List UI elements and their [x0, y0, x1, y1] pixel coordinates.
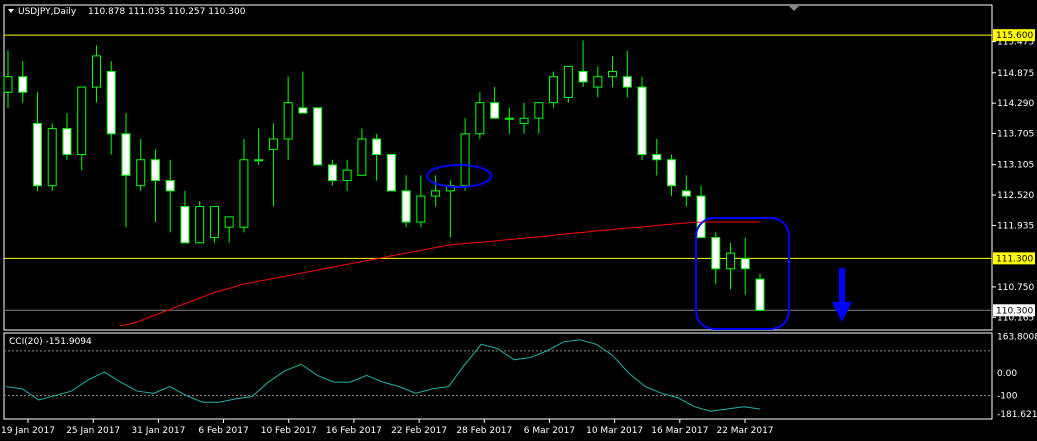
down-arrow-icon — [832, 302, 852, 322]
time-axis-label: 6 Mar 2017 — [524, 426, 575, 436]
candle-body[interactable] — [195, 205, 205, 244]
candle-body[interactable] — [298, 107, 308, 114]
candle-body[interactable] — [696, 195, 706, 239]
candle-body[interactable] — [3, 76, 13, 93]
candle-body[interactable] — [165, 180, 175, 192]
candle-body[interactable] — [327, 164, 337, 182]
cci-axis-label: 163.8008 — [997, 333, 1037, 343]
cci-line — [5, 339, 761, 412]
candle-body[interactable] — [637, 86, 647, 156]
candle-body[interactable] — [313, 107, 323, 166]
candle-body[interactable] — [711, 237, 721, 270]
candle-body[interactable] — [150, 159, 160, 182]
candle-body[interactable] — [608, 71, 618, 78]
price-axis-label: 114.875 — [997, 69, 1034, 79]
candle-body[interactable] — [431, 190, 441, 197]
candle-body[interactable] — [740, 257, 750, 270]
candle-body[interactable] — [549, 76, 559, 104]
candle-body[interactable] — [180, 205, 190, 244]
candle-body[interactable] — [652, 154, 662, 161]
time-axis-label: 31 Jan 2017 — [131, 426, 185, 436]
chart-window: USDJPY,Daily 110.878 111.035 110.257 110.… — [0, 0, 1037, 441]
candle-body[interactable] — [62, 128, 72, 156]
candle-body[interactable] — [18, 76, 28, 93]
time-axis-label: 10 Mar 2017 — [586, 426, 643, 436]
candle-body[interactable] — [622, 76, 632, 88]
time-axis-label: 10 Feb 2017 — [261, 426, 317, 436]
cci-axis-label: -181.6211 — [997, 410, 1037, 420]
candle-body[interactable] — [121, 133, 131, 176]
candle-body[interactable] — [32, 122, 42, 187]
candle-body[interactable] — [342, 169, 352, 182]
candle-body[interactable] — [534, 102, 544, 119]
candle-body[interactable] — [519, 117, 529, 124]
price-level-label: 111.300 — [996, 254, 1033, 264]
candle-body[interactable] — [416, 195, 426, 223]
price-level-label: 110.300 — [996, 306, 1033, 316]
cci-header-label: CCI(20) -151.9094 — [9, 337, 92, 347]
symbol-timeframe-label: USDJPY,Daily — [18, 7, 77, 17]
time-axis-label: 19 Jan 2017 — [1, 426, 55, 436]
price-axis-label: 111.935 — [997, 221, 1034, 231]
candle-body[interactable] — [77, 86, 87, 156]
candle-body[interactable] — [755, 278, 765, 311]
ellipse-highlight-icon[interactable] — [426, 164, 492, 188]
candle-body[interactable] — [667, 159, 677, 187]
time-axis-label: 25 Jan 2017 — [66, 426, 120, 436]
candle-body[interactable] — [357, 138, 367, 176]
candle-body[interactable] — [268, 138, 278, 150]
price-axis-label: 113.105 — [997, 161, 1034, 171]
candle-body[interactable] — [475, 102, 485, 135]
candle-body[interactable] — [209, 205, 219, 239]
candle-body[interactable] — [239, 159, 249, 228]
candle-body[interactable] — [504, 117, 514, 120]
price-axis-label: 112.520 — [997, 191, 1034, 201]
candle-body[interactable] — [401, 190, 411, 223]
time-axis-label: 22 Feb 2017 — [391, 426, 447, 436]
time-axis-label: 6 Feb 2017 — [198, 426, 248, 436]
candle-body[interactable] — [283, 102, 293, 140]
candle-body[interactable] — [681, 190, 691, 197]
time-axis-label: 16 Mar 2017 — [651, 426, 708, 436]
cci-axis-label: 0.00 — [997, 369, 1017, 379]
time-axis-label: 16 Feb 2017 — [326, 426, 382, 436]
candle-body[interactable] — [47, 128, 57, 187]
ohlc-values: 110.878 111.035 110.257 110.300 — [88, 7, 246, 17]
rounded-box-highlight-icon[interactable] — [695, 217, 790, 330]
candle-body[interactable] — [726, 252, 736, 270]
candle-body[interactable] — [386, 154, 396, 192]
time-axis-label: 22 Mar 2017 — [716, 426, 773, 436]
candle-body[interactable] — [460, 133, 470, 187]
candle-body[interactable] — [490, 102, 500, 119]
candle-body[interactable] — [563, 65, 573, 98]
candle-body[interactable] — [254, 159, 264, 162]
price-axis-label: 113.705 — [997, 130, 1034, 140]
candle-body[interactable] — [593, 76, 603, 88]
candle-body[interactable] — [136, 159, 146, 187]
scroll-marker-icon[interactable] — [789, 6, 799, 11]
cci-panel-frame — [3, 332, 993, 420]
candle-body[interactable] — [578, 71, 588, 83]
candle-body[interactable] — [224, 216, 234, 228]
candle-body[interactable] — [372, 138, 382, 156]
time-axis-label: 28 Feb 2017 — [456, 426, 512, 436]
candle-body[interactable] — [91, 55, 101, 88]
cci-axis-label: -100 — [997, 392, 1018, 402]
chart-svg[interactable]: USDJPY,Daily 110.878 111.035 110.257 110.… — [0, 0, 1037, 441]
price-level-label: 115.600 — [996, 31, 1033, 41]
candle-body[interactable] — [106, 71, 116, 135]
price-axis-label: 110.750 — [997, 283, 1034, 293]
price-axis-label: 114.290 — [997, 99, 1034, 109]
triangle-down-icon[interactable] — [8, 9, 14, 13]
